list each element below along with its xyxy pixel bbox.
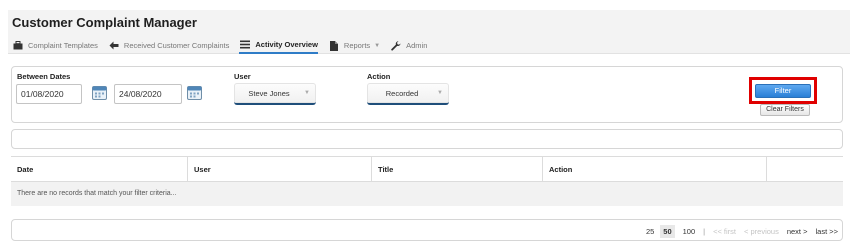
document-icon [328,40,340,52]
nav-item-label: Received Customer Complaints [123,41,230,50]
calendar-icon[interactable] [92,85,107,100]
date-to-input[interactable]: 24/08/2020 [114,84,182,104]
column-header-action[interactable]: Action [542,157,766,182]
empty-message: There are no records that match your fil… [11,182,843,206]
pagination-bar: 25 50 100 | << first < previous next > l… [11,219,843,241]
page-size-100[interactable]: 100 [683,227,696,236]
app-title: Customer Complaint Manager [12,15,197,30]
nav-item-label: Complaint Templates [28,41,98,50]
page-size-25[interactable]: 25 [646,227,654,236]
first-page-link[interactable]: << first [713,227,736,236]
nav-item-admin[interactable]: Admin [390,37,427,54]
column-header-title[interactable]: Title [371,157,542,182]
arrow-left-icon [108,40,120,52]
page-size-50[interactable]: 50 [660,224,675,238]
calendar-icon[interactable] [187,85,202,100]
action-select[interactable]: Recorded ▼ [367,83,449,105]
previous-page-link[interactable]: < previous [744,227,779,236]
column-header-empty [766,157,843,182]
chevron-down-icon: ▼ [437,90,443,96]
nav-item-label: Reports [343,41,371,50]
highlight-box [749,77,817,104]
nav-item-label: Admin [406,41,428,50]
chevron-down-icon: ▼ [374,42,381,49]
date-from-input[interactable]: 01/08/2020 [16,84,82,104]
app-header: Customer Complaint Manager Complaint Tem… [8,10,850,54]
action-label: Action [367,72,391,81]
chevron-down-icon: ▼ [304,90,310,96]
column-header-date[interactable]: Date [11,157,187,182]
results-table: Date User Title Action There are no reco… [11,156,843,206]
between-dates-label: Between Dates [17,72,71,81]
briefcase-icon [12,40,24,52]
user-select-value: Steve Jones [248,88,290,98]
nav-item-reports[interactable]: Reports ▼ [328,37,380,54]
nav-item-received-complaints[interactable]: Received Customer Complaints [108,37,229,54]
pagination-separator: | [703,226,706,236]
user-label: User [234,72,251,81]
nav-item-label: Activity Overview [255,40,318,49]
column-header-user[interactable]: User [187,157,371,182]
action-select-value: Recorded [385,88,419,98]
user-select[interactable]: Steve Jones ▼ [234,83,316,105]
nav-item-activity-overview[interactable]: Activity Overview [239,37,318,54]
last-page-link[interactable]: last >> [815,227,838,236]
next-page-link[interactable]: next > [787,227,808,236]
info-bar [11,129,843,149]
list-icon [239,39,251,51]
clear-filters-button[interactable]: Clear Filters [760,104,810,116]
nav-item-complaint-templates[interactable]: Complaint Templates [12,37,98,54]
table-header: Date User Title Action [11,157,843,182]
pagination-controls: 25 50 100 | << first < previous next > l… [638,220,838,242]
nav-bar: Complaint Templates Received Customer Co… [12,37,437,54]
wrench-icon [390,40,402,52]
